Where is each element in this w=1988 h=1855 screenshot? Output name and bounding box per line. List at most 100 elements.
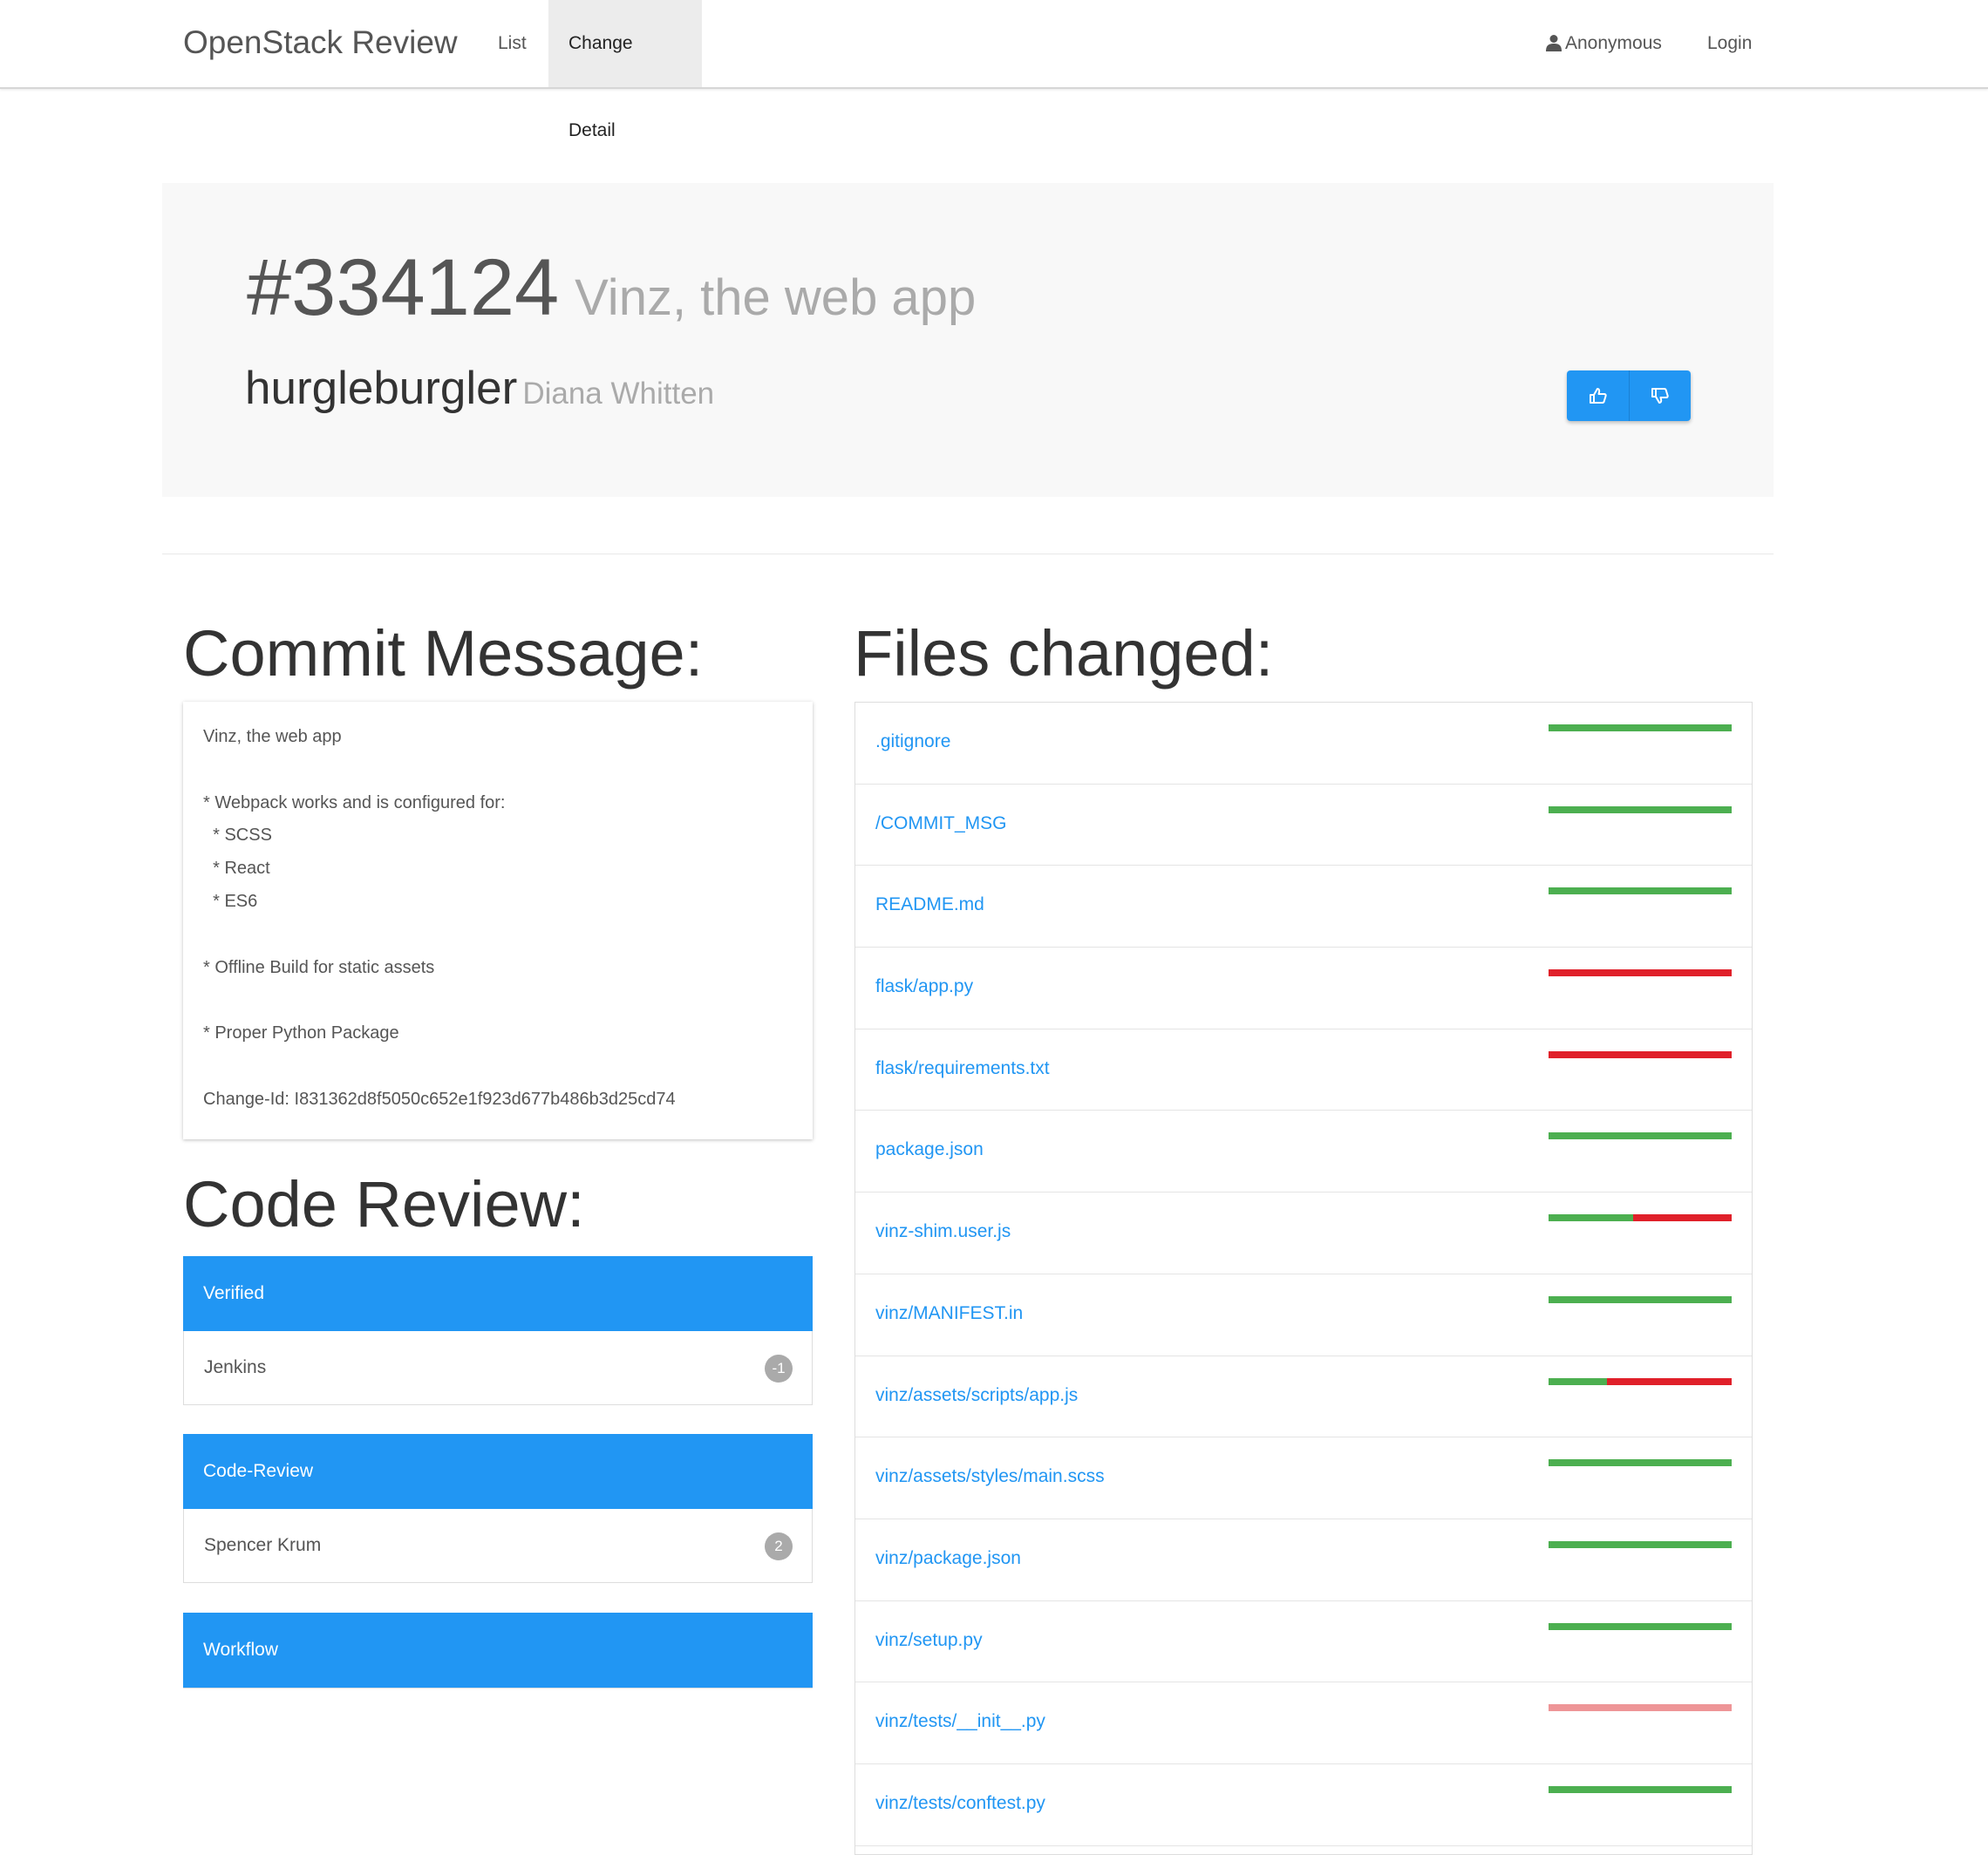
commit-message-line: * Offline Build for static assets bbox=[203, 957, 435, 977]
thumbs-down-icon bbox=[1651, 388, 1669, 404]
diff-stat-bar bbox=[1549, 805, 1732, 813]
commit-message-line bbox=[203, 919, 793, 952]
user-name: Anonymous bbox=[1565, 33, 1662, 53]
file-link[interactable]: package.json bbox=[875, 1137, 984, 1163]
diff-stat-bar bbox=[1549, 1540, 1732, 1548]
top-navbar: OpenStack Review List Change Detail Anon… bbox=[0, 0, 1988, 140]
diff-added-segment bbox=[1549, 1377, 1608, 1385]
change-title: #334124 Vinz, the web app bbox=[247, 244, 976, 342]
diff-added-segment bbox=[1549, 1295, 1732, 1303]
vote-button-group bbox=[1567, 370, 1691, 421]
login-link[interactable]: Login bbox=[1707, 0, 1752, 87]
reviewer-name: Spencer Krum bbox=[204, 1535, 322, 1555]
commit-message-line: * React bbox=[203, 859, 270, 879]
file-link[interactable]: vinz/setup.py bbox=[875, 1627, 983, 1654]
commit-message-heading: Commit Message: bbox=[183, 617, 704, 690]
file-row: flask/requirements.txt bbox=[855, 1029, 1752, 1111]
file-row: README.md bbox=[855, 866, 1752, 948]
file-link[interactable]: vinz/tests/__init__.py bbox=[875, 1709, 1045, 1735]
diff-removed-segment bbox=[1607, 1377, 1732, 1385]
file-link[interactable]: README.md bbox=[875, 892, 984, 918]
commit-message-line: Change-Id: I831362d8f5050c652e1f923d677b… bbox=[203, 1089, 676, 1109]
diff-added-segment bbox=[1549, 1214, 1633, 1222]
reviewer-row: Spencer Krum 2 bbox=[184, 1509, 812, 1582]
diff-stat-bar bbox=[1549, 1132, 1732, 1140]
commit-message-line: * Proper Python Package bbox=[203, 1023, 399, 1043]
file-row: .gitignore bbox=[855, 703, 1752, 785]
diff-stat-bar bbox=[1549, 1214, 1732, 1222]
diff-stat-bar bbox=[1549, 724, 1732, 731]
review-panel-workflow: Workflow bbox=[183, 1613, 813, 1689]
nav-list[interactable]: List bbox=[478, 0, 547, 87]
diff-added-segment bbox=[1549, 724, 1732, 731]
review-panel-verified: Verified Jenkins -1 bbox=[183, 1256, 813, 1405]
code-review-heading: Code Review: bbox=[183, 1168, 585, 1240]
owner-username: hurgleburgler bbox=[245, 363, 518, 414]
file-link[interactable]: vinz/package.json bbox=[875, 1546, 1021, 1572]
thumbs-down-button[interactable] bbox=[1629, 370, 1691, 421]
file-link[interactable]: .gitignore bbox=[875, 729, 950, 755]
user-menu[interactable]: Anonymous bbox=[1546, 0, 1662, 87]
owner-full-name: Diana Whitten bbox=[522, 377, 715, 411]
change-number: #334124 bbox=[247, 243, 560, 332]
review-panel-code-review: Code-Review Spencer Krum 2 bbox=[183, 1434, 813, 1583]
diff-stat-bar bbox=[1549, 1622, 1732, 1630]
file-link[interactable]: vinz/assets/scripts/app.js bbox=[875, 1383, 1078, 1409]
diff-removed-segment bbox=[1632, 1214, 1732, 1222]
file-row: vinz/setup.py bbox=[855, 1601, 1752, 1683]
review-panel-title[interactable]: Workflow bbox=[183, 1613, 813, 1688]
file-row bbox=[855, 1846, 1752, 1854]
owner-line: hurgleburgler Diana Whitten bbox=[245, 362, 714, 415]
brand-link[interactable]: OpenStack Review bbox=[183, 23, 458, 63]
reviewer-row: Jenkins -1 bbox=[184, 1331, 812, 1404]
diff-stat-bar bbox=[1549, 1050, 1732, 1058]
file-row: vinz/package.json bbox=[855, 1519, 1752, 1601]
commit-message-line: Vinz, the web app bbox=[203, 727, 342, 746]
thumbs-up-icon bbox=[1589, 388, 1607, 404]
file-row: vinz/assets/styles/main.scss bbox=[855, 1437, 1752, 1519]
diff-removed-segment bbox=[1549, 1050, 1732, 1058]
review-panel-title[interactable]: Code-Review bbox=[183, 1434, 813, 1509]
file-link[interactable]: vinz/tests/conftest.py bbox=[875, 1790, 1045, 1817]
files-changed-list: .gitignore/COMMIT_MSG README.md flask/app.… bbox=[854, 702, 1753, 1855]
file-link[interactable]: flask/requirements.txt bbox=[875, 1056, 1050, 1082]
diff-stat-bar bbox=[1549, 969, 1732, 977]
file-link[interactable]: vinz/assets/styles/main.scss bbox=[875, 1464, 1105, 1490]
file-row: vinz/MANIFEST.in bbox=[855, 1274, 1752, 1356]
diff-added-segment bbox=[1549, 1622, 1732, 1630]
file-row: vinz/assets/scripts/app.js bbox=[855, 1356, 1752, 1438]
file-link[interactable]: /COMMIT_MSG bbox=[875, 811, 1007, 837]
review-panel-title[interactable]: Verified bbox=[183, 1256, 813, 1331]
change-header: #334124 Vinz, the web app hurgleburgler Di… bbox=[162, 183, 1774, 497]
file-row: vinz/tests/conftest.py bbox=[855, 1764, 1752, 1846]
diff-added-segment bbox=[1549, 1459, 1732, 1467]
diff-removed-segment bbox=[1549, 1704, 1732, 1712]
diff-added-segment bbox=[1549, 1132, 1732, 1140]
file-row: vinz/tests/__init__.py bbox=[855, 1682, 1752, 1764]
diff-stat-bar bbox=[1549, 1704, 1732, 1712]
score-badge: -1 bbox=[765, 1355, 793, 1383]
commit-message-line bbox=[203, 754, 793, 787]
diff-stat-bar bbox=[1549, 1377, 1732, 1385]
reviewer-name: Jenkins bbox=[204, 1357, 267, 1377]
commit-message-card: Vinz, the web app * Webpack works and is… bbox=[183, 702, 813, 1139]
file-link[interactable]: vinz/MANIFEST.in bbox=[875, 1301, 1023, 1327]
diff-added-segment bbox=[1549, 1540, 1732, 1548]
user-icon bbox=[1546, 35, 1562, 51]
diff-removed-segment bbox=[1549, 969, 1732, 977]
file-row: /COMMIT_MSG bbox=[855, 785, 1752, 866]
files-changed-heading: Files changed: bbox=[854, 617, 1274, 690]
diff-added-segment bbox=[1549, 887, 1732, 895]
file-link[interactable]: flask/app.py bbox=[875, 974, 973, 1000]
file-link[interactable]: vinz-shim.user.js bbox=[875, 1219, 1011, 1245]
commit-message-line: * SCSS bbox=[203, 826, 272, 846]
commit-message-line: * Webpack works and is configured for: bbox=[203, 792, 506, 812]
nav-change-detail[interactable]: Change Detail bbox=[548, 0, 702, 140]
score-badge: 2 bbox=[765, 1532, 793, 1560]
file-row: package.json bbox=[855, 1111, 1752, 1193]
diff-added-segment bbox=[1549, 1785, 1732, 1793]
diff-stat-bar bbox=[1549, 1295, 1732, 1303]
commit-message-line bbox=[203, 984, 793, 1017]
diff-added-segment bbox=[1549, 805, 1732, 813]
thumbs-up-button[interactable] bbox=[1567, 370, 1629, 421]
